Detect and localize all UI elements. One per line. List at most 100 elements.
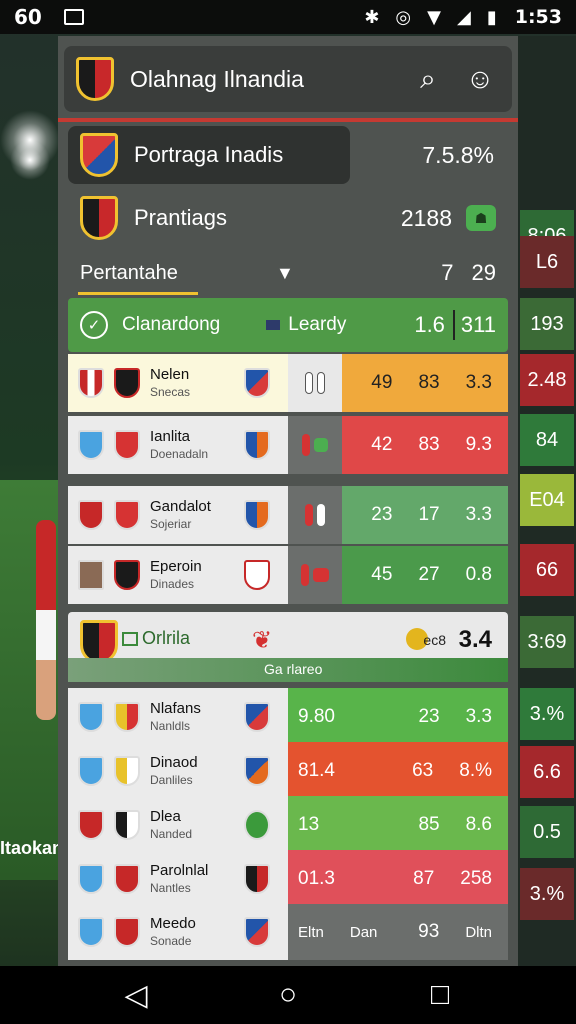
match-odds: 81.4 63 8.% [288,742,508,800]
right-strip-cell: 193 [520,298,574,350]
match-row[interactable]: Nlafans Nanldls 9.80 23 3.3 [68,688,508,746]
team-subtitle: Nanded [150,827,193,841]
team-shield-icon [114,702,140,732]
player-icon [314,438,328,452]
background-caption: Itaokan [0,838,60,858]
team-name: Nelen [150,366,190,383]
odds-value: 3.3 [465,706,492,727]
secondary-league-item[interactable]: Prantiags 2188 ☗ [68,192,508,244]
team-shield-icon [78,368,104,398]
player-icon [302,434,310,456]
match-teams: Nlafans Nanldls [68,688,288,746]
profile-icon[interactable]: ☺ [460,59,500,99]
team-shield-icon [114,756,140,786]
odds-value: 3.3 [465,504,492,525]
recents-icon[interactable]: □ [415,978,465,1012]
odds-value: 23 [371,504,393,525]
team-shield-icon [78,864,104,894]
right-strip-cell: 84 [520,414,574,466]
player-icon [305,372,313,394]
match-odds: 23 17 3.3 [342,486,508,544]
background-player [36,520,56,720]
team-name: Dinaod [150,754,198,771]
trophy-icon[interactable]: ☗ [466,205,496,231]
home-icon[interactable]: ○ [263,978,313,1012]
selected-league-name: Portraga Inadis [134,142,284,167]
filter-value-b: 29 [471,260,496,285]
odds-value: 8.6 [465,814,492,835]
match-teams: Eperoin Dinades [68,546,288,604]
bluetooth-icon: ✱ [364,6,380,28]
match-row[interactable]: Meedo Sonade Eltn Dan 93 Dltn [68,904,508,960]
right-side-panel: 8:06 L6 193 2.48 84 E04 66 3:69 3.% 6.6 … [518,36,576,966]
active-tab-indicator [78,292,198,295]
list-header[interactable]: ✓ Clanardong Leardy 1.6 311 [68,298,508,352]
bottom-label-right: Dan [349,923,378,941]
right-strip-cell: 66 [520,544,574,596]
match-text: Nelen Snecas [150,366,240,400]
match-row[interactable]: Nelen Snecas 49 83 3.3 [68,354,508,412]
odds-value: 85 [418,814,440,835]
match-row[interactable]: Eperoin Dinades 45 27 0.8 [68,546,508,604]
match-text: Eperoin Dinades [150,558,240,592]
odds-value: 17 [418,504,440,525]
right-strip-cell: 6.6 [520,746,574,798]
match-row[interactable]: Dlea Nanded 13 85 8.6 [68,796,508,854]
alarm-icon: ◎ [395,6,412,28]
team-name: Nlafans [150,700,201,717]
team-shield-icon [244,810,270,840]
odds-value: 83 [418,372,440,393]
right-strip-cell: 3.% [520,868,574,920]
team-shield-icon [78,917,104,947]
team-shield-icon [114,864,140,894]
match-odds: 13 85 8.6 [288,796,508,854]
featured-match-card[interactable]: Orlrila ❦ ec8 3.4 Ga rlareo [68,612,508,682]
team-shield-icon [244,500,270,530]
filter-label: Pertantahe [80,261,178,284]
team-shield-icon [78,702,104,732]
right-strip-cell: L6 [520,236,574,288]
selected-league-item[interactable]: Portraga Inadis [68,126,350,184]
featured-bar-text: Ga rlareo [264,661,323,677]
filter-dropdown[interactable]: Pertantahe ▼ 7 29 [68,250,508,296]
right-strip-cell: 0.5 [520,806,574,858]
signal-icon: ◢ [456,6,471,28]
chevron-down-icon[interactable]: ▼ [276,263,294,284]
match-row[interactable]: Ianlita Doenadaln 42 83 9.3 [68,416,508,474]
odds-value: 83 [418,434,440,455]
player-icon [317,504,325,526]
app-screen: Itaokan 8:06 L6 193 2.48 84 E04 66 3:69 … [0,0,576,1024]
bottom-label-mid: Eltn [298,923,324,941]
match-row[interactable]: Dinaod Danliles 81.4 63 8.% [68,742,508,800]
back-icon[interactable]: ◁ [111,978,161,1013]
team-shield-icon [244,702,270,732]
right-strip-cell: E04 [520,474,574,526]
app-logo-icon [76,57,114,101]
match-row[interactable]: Parolnlal Nantles 01.3 87 258 [68,850,508,908]
match-row[interactable]: Gandalot Sojeriar 23 17 3.3 [68,486,508,544]
match-text: Gandalot Sojeriar [150,498,240,532]
team-shield-icon [114,810,140,840]
match-teams: Dlea Nanded [68,796,288,854]
match-odds: 49 83 3.3 [342,354,508,412]
match-odds: 45 27 0.8 [342,546,508,604]
team-shield-icon [114,560,140,590]
system-nav-bar: ◁ ○ □ [0,966,576,1024]
player-icon [317,372,325,394]
odds-value: 93 [418,921,440,942]
match-players [288,486,342,544]
team-shield-icon [244,560,270,590]
odds-value: 49 [371,372,393,393]
bottom-label-left: Sonade [150,934,192,948]
odds-value: 258 [460,868,492,889]
right-strip-cell: 2.48 [520,354,574,406]
team-shield-icon [78,810,104,840]
match-odds: 01.3 87 258 [288,850,508,908]
wifi-icon: ▼ [427,6,441,28]
team-shield-icon [78,756,104,786]
featured-value: 3.4 [458,626,492,653]
team-subtitle: Dinades [150,577,195,591]
app-header: Olahnag Ilnandia ⌕ ☺ [58,46,518,122]
search-icon[interactable]: ⌕ [408,59,448,99]
odds-value: 27 [418,564,440,585]
